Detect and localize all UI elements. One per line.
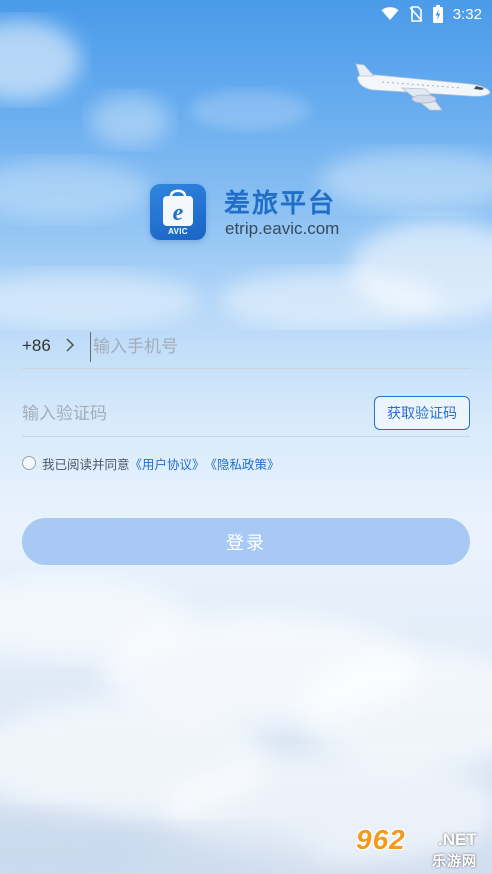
agreement-radio[interactable] <box>22 456 36 470</box>
watermark-suffix: .NET <box>438 830 477 849</box>
app-logo: e AVIC <box>150 184 206 240</box>
country-code-selector[interactable]: +86 <box>22 336 51 356</box>
phone-input[interactable] <box>90 332 463 362</box>
no-sim-icon <box>409 6 423 22</box>
login-button[interactable]: 登录 <box>22 518 470 565</box>
status-icons: 3:32 <box>381 4 482 24</box>
app-title: 差旅平台 <box>224 189 337 219</box>
watermark-number: 962 <box>356 824 406 855</box>
svg-text:e: e <box>173 200 184 226</box>
phone-field-row: +86 <box>22 326 470 369</box>
privacy-policy-link[interactable]: 《隐私政策》 <box>205 454 280 473</box>
app-domain: etrip.eavic.com <box>225 219 340 238</box>
chevron-right-icon[interactable] <box>65 338 75 352</box>
agreement-row: 我已阅读并同意 《用户协议》 《隐私政策》 <box>22 454 280 472</box>
site-watermark: 962 .NET 乐游网 <box>356 824 488 870</box>
verification-code-row: 获取验证码 <box>22 392 470 437</box>
agreement-text: 我已阅读并同意 <box>42 456 130 472</box>
wifi-icon <box>381 7 399 20</box>
logo-caption: AVIC <box>168 227 188 236</box>
user-agreement-link[interactable]: 《用户协议》 <box>130 454 205 473</box>
battery-charging-icon <box>432 5 443 23</box>
status-time: 3:32 <box>452 5 482 23</box>
airplane-illustration <box>355 63 491 111</box>
get-code-button[interactable]: 获取验证码 <box>374 396 470 430</box>
login-screen: 3:32 e AVIC 差旅平台 etrip.eavic.com +86 获取验… <box>0 0 492 874</box>
status-bar: 3:32 <box>0 0 492 28</box>
verification-code-input[interactable] <box>22 399 352 429</box>
watermark-site-name: 乐游网 <box>432 854 477 870</box>
sky-clouds-background <box>0 20 492 330</box>
